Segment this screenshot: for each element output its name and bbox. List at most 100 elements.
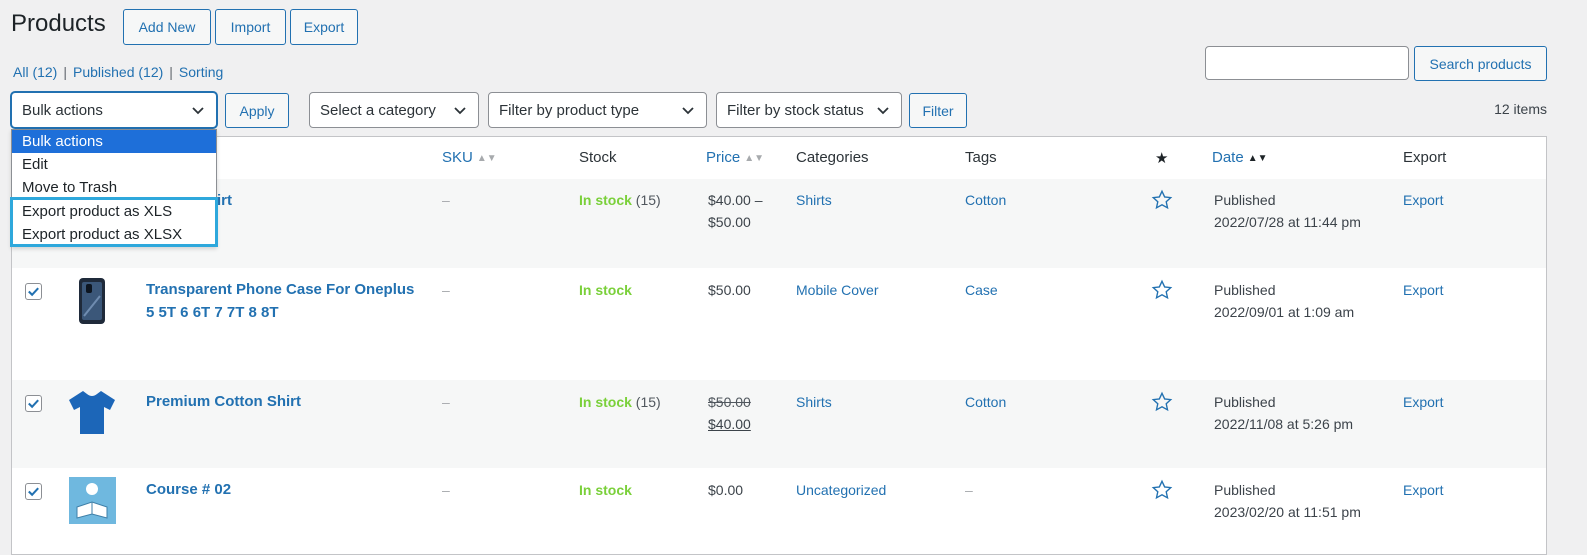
product-name-link[interactable]: Course # 02 [146,478,231,501]
sku-value: – [442,192,450,208]
stock-status: In stock (15) [579,391,661,413]
tag-link[interactable]: Cotton [965,189,1006,211]
price-value: $0.00 [708,482,744,498]
tag-link[interactable]: Case [965,279,998,301]
bulk-option-export-xls[interactable]: Export product as XLS [12,200,216,223]
table-row: Transparent Phone Case For Oneplus 5 5T … [12,268,1546,380]
column-date[interactable]: Date ▲▼ [1212,149,1267,166]
products-table: SKU ▲▼ Stock Price ▲▼ Categories Tags ★ Da… [11,136,1547,555]
search-products-button[interactable]: Search products [1414,46,1547,81]
date-value: 2022/11/08 at 5:26 pm [1214,416,1354,432]
column-featured-star-icon[interactable]: ★ [1155,149,1168,167]
stock-status-select-value: Filter by stock status [727,101,864,119]
filter-button[interactable]: Filter [909,93,967,128]
product-name-link-line2[interactable]: 5 5T 6 6T 7 7T 8 8T [146,301,279,324]
stock-status-select[interactable]: Filter by stock status [716,92,902,128]
phone-case-thumbnail [79,278,105,324]
items-count: 12 items [1494,101,1547,117]
category-select-value: Select a category [320,101,436,119]
row-checkbox[interactable] [25,483,42,500]
product-type-select[interactable]: Filter by product type [488,92,707,128]
view-published-link[interactable]: Published (12) [73,64,163,80]
sku-value: – [442,282,450,298]
category-link[interactable]: Mobile Cover [796,279,878,301]
column-stock: Stock [579,149,617,166]
date-value: 2023/02/20 at 11:51 pm [1214,504,1361,520]
table-row: Course # 02 – In stock $0.00 Uncategoriz… [12,468,1546,554]
star-outline-icon[interactable] [1151,391,1173,413]
export-row-link[interactable]: Export [1403,391,1443,413]
row-checkbox[interactable] [25,395,42,412]
bulk-option-move-to-trash[interactable]: Move to Trash [12,176,216,199]
column-price-label: Price [706,149,741,166]
column-tags: Tags [965,149,997,166]
category-link[interactable]: Uncategorized [796,479,886,501]
table-row: Premium Cotton Shirt – In stock (15) $50… [12,380,1546,468]
apply-button[interactable]: Apply [225,93,289,128]
price-value: $50.00 [708,282,751,298]
star-outline-icon[interactable] [1151,189,1173,211]
date-status: Published [1214,394,1276,410]
in-stock-label: In stock [579,394,632,410]
category-link[interactable]: Shirts [796,391,832,413]
category-link[interactable]: Shirts [796,189,832,211]
stock-status: In stock (15) [579,189,661,211]
in-stock-label: In stock [579,282,632,298]
export-row-link[interactable]: Export [1403,479,1443,501]
view-sorting-link[interactable]: Sorting [179,64,223,80]
date-status: Published [1214,482,1276,498]
category-select[interactable]: Select a category [309,92,479,128]
checkmark-icon [28,399,39,409]
stock-status: In stock [579,279,632,301]
sale-price: $40.00 [708,416,751,432]
bulk-actions-value: Bulk actions [22,101,103,119]
chevron-down-icon [454,107,466,115]
regular-price: $50.00 [708,394,751,410]
view-separator: | [169,64,173,80]
sort-icon: ▲▼ [1247,153,1268,164]
view-all-link[interactable]: All (12) [13,64,57,80]
bulk-option-export-xlsx[interactable]: Export product as XLSX [12,223,216,246]
sort-icon: ▲▼ [744,153,764,164]
tag-link[interactable]: Cotton [965,391,1006,413]
page-title: Products [11,10,106,37]
date-status: Published [1214,192,1276,208]
sort-icon: ▲▼ [476,153,497,164]
checkmark-icon [28,487,39,497]
export-row-link[interactable]: Export [1403,279,1443,301]
row-checkbox[interactable] [25,283,42,300]
table-header: SKU ▲▼ Stock Price ▲▼ Categories Tags ★ Da… [12,137,1546,180]
tag-empty: – [965,482,973,498]
add-new-button[interactable]: Add New [123,9,211,45]
stock-qty: (15) [635,192,661,208]
product-type-select-value: Filter by product type [499,101,640,119]
price-range-end: $50.00 [708,214,751,230]
column-sku-label: SKU [442,149,473,166]
sku-value: – [442,482,450,498]
bulk-option-edit[interactable]: Edit [12,153,216,176]
column-price[interactable]: Price ▲▼ [706,149,764,166]
chevron-down-icon [877,107,889,115]
chevron-down-icon [192,107,204,115]
product-name-link[interactable]: irt [217,189,232,212]
column-export: Export [1403,149,1447,166]
chevron-down-icon [682,107,694,115]
bulk-option-bulk-actions[interactable]: Bulk actions [12,130,216,153]
price-range-start: $40.00 – [708,192,763,208]
product-name-link[interactable]: Transparent Phone Case For Oneplus [146,278,414,301]
search-products-input[interactable] [1205,46,1409,80]
in-stock-label: In stock [579,482,632,498]
table-row: irt – In stock (15) $40.00 – $50.00 Shir… [12,179,1546,268]
product-name-link[interactable]: Premium Cotton Shirt [146,390,301,413]
stock-status: In stock [579,479,632,501]
import-button[interactable]: Import [215,9,286,45]
view-filters: All (12) | Published (12) | Sorting [13,64,223,80]
bulk-actions-select[interactable]: Bulk actions [11,92,217,128]
star-outline-icon[interactable] [1151,479,1173,501]
export-row-link[interactable]: Export [1403,189,1443,211]
stock-qty: (15) [635,394,661,410]
export-button[interactable]: Export [290,9,358,45]
column-sku[interactable]: SKU ▲▼ [442,149,497,166]
star-outline-icon[interactable] [1151,279,1173,301]
checkmark-icon [28,287,39,297]
